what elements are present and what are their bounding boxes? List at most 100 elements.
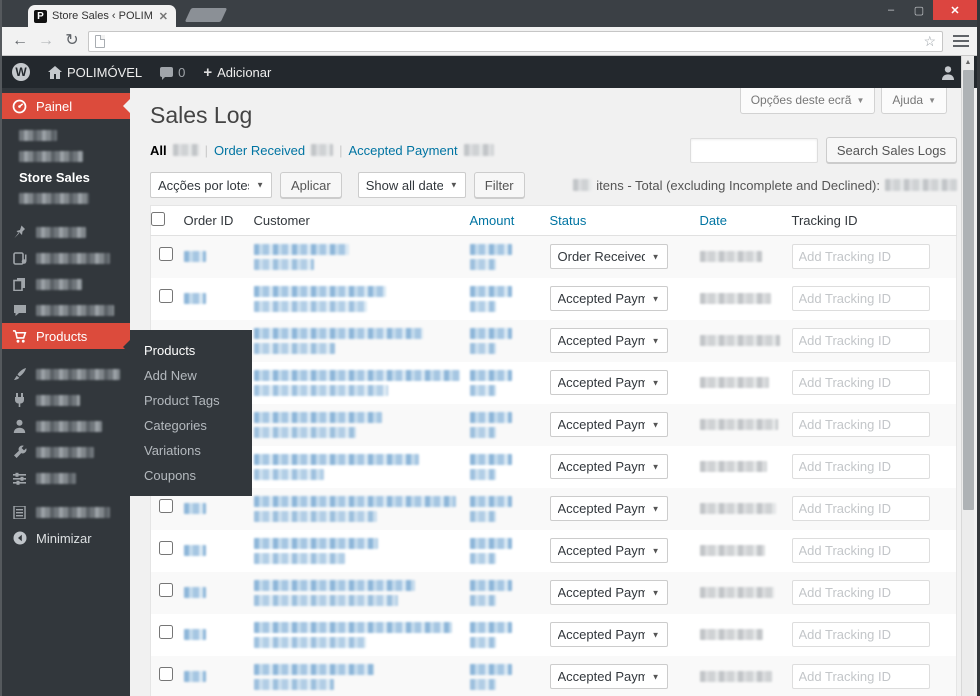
column-date-sort[interactable]: Date xyxy=(700,213,727,228)
sidebar-item-media[interactable] xyxy=(2,245,130,271)
flyout-item-product-tags[interactable]: Product Tags xyxy=(130,388,252,413)
status-select[interactable]: Accepted Payment xyxy=(549,370,668,395)
flyout-item-add-new[interactable]: Add New xyxy=(130,363,252,388)
paintbrush-icon xyxy=(11,367,28,381)
sidebar-collapse-menu[interactable]: Minimizar xyxy=(2,525,130,551)
tracking-id-input[interactable] xyxy=(791,538,930,563)
comments-menu[interactable]: 0 xyxy=(160,65,185,80)
filter-button[interactable]: Filter xyxy=(473,172,525,198)
sidebar-item-posts[interactable] xyxy=(2,219,130,245)
tab-close-icon[interactable]: ✕ xyxy=(157,10,170,23)
tracking-id-input[interactable] xyxy=(791,370,930,395)
bulk-actions-select[interactable]: Acções por lotes xyxy=(150,172,272,198)
status-select[interactable]: Accepted Payment xyxy=(549,580,668,605)
status-select[interactable]: Accepted Payment xyxy=(549,538,668,563)
status-selectwrap: Accepted Payment xyxy=(549,454,668,479)
search-input[interactable] xyxy=(689,137,818,163)
select-all-checkbox[interactable] xyxy=(151,212,165,226)
bulk-actions-selectwrap: Acções por lotes xyxy=(150,172,272,198)
flyout-item-products[interactable]: Products xyxy=(130,338,252,363)
minimize-icon[interactable]: – xyxy=(877,0,905,20)
tracking-id-input[interactable] xyxy=(791,496,930,521)
tracking-id-input[interactable] xyxy=(791,328,930,353)
row-checkbox[interactable] xyxy=(159,583,173,597)
status-select[interactable]: Accepted Payment xyxy=(549,412,668,437)
status-selectwrap: Accepted Payment xyxy=(549,412,668,437)
status-select[interactable]: Order Received xyxy=(549,244,668,270)
sidebar-item-users[interactable] xyxy=(2,413,130,439)
submenu-item-redacted[interactable] xyxy=(2,125,130,146)
submenu-item-redacted[interactable] xyxy=(2,146,130,167)
sidebar-item-pages[interactable] xyxy=(2,271,130,297)
submenu-item-store-sales[interactable]: Store Sales xyxy=(2,167,130,188)
row-checkbox[interactable] xyxy=(159,289,173,303)
sidebar-item-settings[interactable] xyxy=(2,465,130,491)
site-menu[interactable]: POLIMÓVEL xyxy=(48,65,142,80)
sales-log-row: Accepted Payment xyxy=(150,403,957,446)
screen-options-button[interactable]: Opções deste ecrã ▼ xyxy=(739,88,876,114)
row-checkbox[interactable] xyxy=(159,667,173,681)
browser-tab[interactable]: P Store Sales ‹ POLIMÓVEL ✕ xyxy=(28,5,176,27)
comment-bubble-icon xyxy=(11,304,28,317)
maximize-icon[interactable]: ▢ xyxy=(905,0,933,20)
status-selectwrap: Accepted Payment xyxy=(549,580,668,605)
close-icon[interactable]: ✕ xyxy=(933,0,977,20)
tracking-id-input[interactable] xyxy=(791,454,930,479)
sidebar-item-plugins[interactable] xyxy=(2,387,130,413)
reload-icon[interactable]: ↻ xyxy=(62,33,82,49)
row-checkbox[interactable] xyxy=(159,625,173,639)
tracking-id-input[interactable] xyxy=(791,580,930,605)
filter-all-link[interactable]: All xyxy=(150,143,167,158)
tracking-id-input[interactable] xyxy=(791,664,930,689)
new-tab-button[interactable] xyxy=(184,8,228,22)
account-menu[interactable] xyxy=(941,65,955,80)
tracking-id-input[interactable] xyxy=(791,244,930,270)
status-select[interactable]: Accepted Payment xyxy=(549,328,668,353)
row-checkbox[interactable] xyxy=(159,541,173,555)
sidebar-item-plugin-menu[interactable] xyxy=(2,499,130,525)
scroll-up-icon[interactable]: ▲ xyxy=(962,56,974,69)
column-status-sort[interactable]: Status xyxy=(550,213,587,228)
browser-menu-icon[interactable] xyxy=(953,35,969,47)
status-select[interactable]: Accepted Payment xyxy=(549,286,668,311)
date-filter-select[interactable]: Show all dates xyxy=(357,172,466,198)
search-sales-logs-button[interactable]: Search Sales Logs xyxy=(825,137,957,163)
sidebar-item-products[interactable]: Products xyxy=(2,323,130,349)
address-bar[interactable]: ☆ xyxy=(88,30,943,52)
date-redacted xyxy=(699,419,778,430)
amount-detail-redacted xyxy=(469,678,496,690)
page-scrollbar[interactable]: ▲ xyxy=(961,56,974,696)
comments-icon xyxy=(160,67,174,80)
back-icon[interactable]: ← xyxy=(10,33,30,49)
sales-log-row: Accepted Payment xyxy=(151,278,957,320)
status-select[interactable]: Accepted Payment xyxy=(549,622,668,647)
tracking-id-input[interactable] xyxy=(791,412,930,437)
flyout-item-variations[interactable]: Variations xyxy=(130,438,252,463)
sidebar-item-appearance[interactable] xyxy=(2,361,130,387)
sidebar-item-dashboard[interactable]: Painel xyxy=(2,93,130,119)
status-select[interactable]: Accepted Payment xyxy=(549,454,668,479)
sidebar-item-comments[interactable] xyxy=(2,297,130,323)
pushpin-icon xyxy=(11,225,28,239)
filter-order-received-link[interactable]: Order Received xyxy=(214,143,305,158)
status-select[interactable]: Accepted Payment xyxy=(549,496,668,521)
url-input[interactable] xyxy=(111,34,918,48)
tracking-id-input[interactable] xyxy=(791,286,930,311)
sidebar-item-tools[interactable] xyxy=(2,439,130,465)
new-content-menu[interactable]: + Adicionar xyxy=(203,64,271,81)
flyout-item-coupons[interactable]: Coupons xyxy=(130,463,252,488)
submenu-item-redacted[interactable] xyxy=(2,188,130,209)
filter-accepted-payment-link[interactable]: Accepted Payment xyxy=(348,143,457,158)
status-select[interactable]: Accepted Payment xyxy=(549,664,668,689)
column-amount-sort[interactable]: Amount xyxy=(470,213,515,228)
scrollbar-thumb[interactable] xyxy=(963,70,974,510)
tracking-id-input[interactable] xyxy=(791,622,930,647)
row-checkbox[interactable] xyxy=(159,247,173,262)
bookmark-star-icon[interactable]: ☆ xyxy=(923,33,936,50)
wp-logo[interactable]: W xyxy=(12,63,30,81)
help-button[interactable]: Ajuda ▼ xyxy=(881,88,947,114)
customer-name-redacted xyxy=(253,285,386,297)
apply-button[interactable]: Aplicar xyxy=(280,172,342,198)
flyout-item-categories[interactable]: Categories xyxy=(130,413,252,438)
row-checkbox[interactable] xyxy=(159,499,173,513)
